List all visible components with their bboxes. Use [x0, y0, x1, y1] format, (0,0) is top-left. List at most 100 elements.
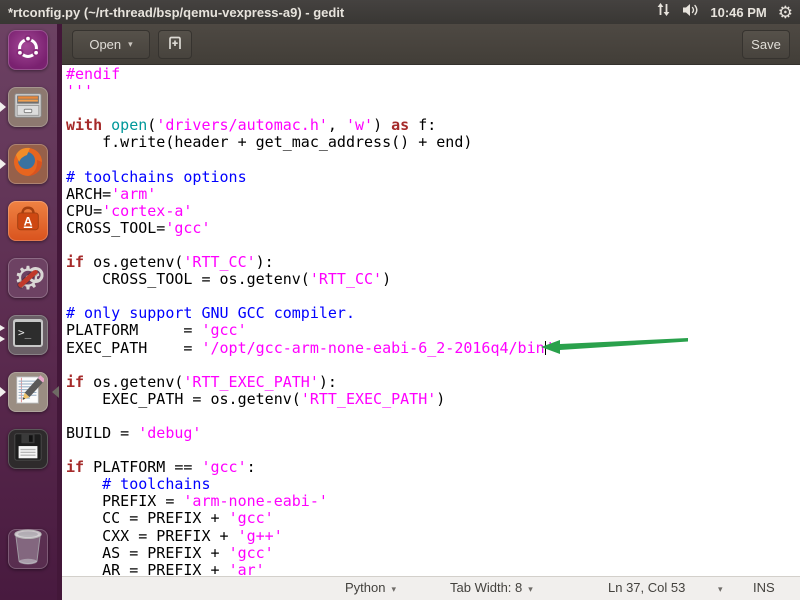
- code-token: 'gcc': [201, 321, 246, 339]
- launcher-item-floppy[interactable]: [8, 429, 48, 469]
- code-line[interactable]: CXX = PREFIX + 'g++': [66, 528, 800, 545]
- annotation-arrow: [540, 337, 690, 355]
- code-line[interactable]: [66, 288, 800, 305]
- code-token: '/opt/gcc-arm-none-eabi-6_2-2016q4/bin: [201, 339, 544, 357]
- code-line[interactable]: [66, 151, 800, 168]
- language-selector[interactable]: Python▾: [345, 580, 396, 595]
- code-line[interactable]: [66, 442, 800, 459]
- code-line[interactable]: EXEC_PATH = os.getenv('RTT_EXEC_PATH'): [66, 391, 800, 408]
- code-line[interactable]: if os.getenv('RTT_CC'):: [66, 254, 800, 271]
- new-document-button[interactable]: [158, 30, 192, 59]
- network-arrows-icon[interactable]: [656, 2, 671, 22]
- code-line[interactable]: CC = PREFIX + 'gcc': [66, 510, 800, 527]
- code-line[interactable]: [66, 408, 800, 425]
- code-token: 'RTT_EXEC_PATH': [183, 373, 318, 391]
- code-line[interactable]: PREFIX = 'arm-none-eabi-': [66, 493, 800, 510]
- focused-indicator: [52, 386, 59, 398]
- svg-text:>_: >_: [18, 326, 32, 339]
- tab-width-label: Tab Width: 8: [450, 580, 522, 595]
- code-token: 'arm-none-eabi-': [183, 492, 328, 510]
- chevron-down-icon: ▾: [528, 584, 533, 594]
- code-token: [102, 116, 111, 134]
- text-editor-area[interactable]: #endif''' with open('drivers/automac.h', …: [62, 65, 800, 576]
- code-token: 'RTT_CC': [310, 270, 382, 288]
- code-line[interactable]: ARCH='arm': [66, 186, 800, 203]
- code-token: ):: [319, 373, 337, 391]
- launcher-item-dash[interactable]: [8, 30, 48, 70]
- statusbar-dropdown-caret[interactable]: ▾: [718, 584, 723, 595]
- insert-mode-indicator: INS: [753, 580, 775, 595]
- chevron-down-icon: ▾: [128, 39, 133, 50]
- code-token: AS = PREFIX +: [66, 544, 229, 562]
- code-token: 'drivers/automac.h': [156, 116, 328, 134]
- open-button[interactable]: Open ▾: [72, 30, 150, 59]
- code-token: # toolchains options: [66, 168, 247, 186]
- tab-width-selector[interactable]: Tab Width: 8 ▾: [450, 580, 533, 595]
- code-token: f:: [409, 116, 436, 134]
- code-token: 'g++': [238, 527, 283, 545]
- code-token: CROSS_TOOL=: [66, 219, 165, 237]
- code-line[interactable]: # toolchains options: [66, 169, 800, 186]
- code-token: if: [66, 373, 84, 391]
- code-line[interactable]: # only support GNU GCC compiler.: [66, 305, 800, 322]
- code-line[interactable]: CROSS_TOOL = os.getenv('RTT_CC'): [66, 271, 800, 288]
- code-token: 'RTT_EXEC_PATH': [301, 390, 436, 408]
- launcher-item-terminal[interactable]: >_: [8, 315, 48, 355]
- code-line[interactable]: [66, 357, 800, 374]
- code-line[interactable]: #endif: [66, 66, 800, 83]
- code-line[interactable]: with open('drivers/automac.h', 'w') as f…: [66, 117, 800, 134]
- code-line[interactable]: [66, 100, 800, 117]
- firefox-icon: [11, 145, 45, 184]
- code-token: 'arm': [111, 185, 156, 203]
- volume-icon[interactable]: [682, 3, 699, 22]
- window-title: *rtconfig.py (~/rt-thread/bsp/qemu-vexpr…: [8, 5, 344, 20]
- launcher-item-trash[interactable]: [8, 529, 48, 569]
- trash-icon: [11, 528, 45, 571]
- code-token: EXEC_PATH =: [66, 339, 201, 357]
- code-token: :: [247, 458, 256, 476]
- code-token: BUILD =: [66, 424, 138, 442]
- code-token: EXEC_PATH = os.getenv(: [66, 390, 301, 408]
- language-label: Python: [345, 580, 385, 595]
- code-line[interactable]: BUILD = 'debug': [66, 425, 800, 442]
- gedit-window: Open ▾ Save #endif''' with open('drivers/…: [62, 24, 800, 600]
- gedit-toolbar: Open ▾ Save: [62, 24, 800, 65]
- code-line[interactable]: AS = PREFIX + 'gcc': [66, 545, 800, 562]
- launcher-item-gedit[interactable]: [8, 372, 48, 412]
- code-line[interactable]: AR = PREFIX + 'ar': [66, 562, 800, 576]
- code-token: if: [66, 458, 84, 476]
- ubuntu-logo-icon: [13, 33, 43, 68]
- session-gear-icon[interactable]: ⚙: [778, 4, 793, 21]
- unity-launcher: A ⚙ >_: [0, 24, 57, 600]
- code-token: CXX = PREFIX +: [66, 527, 238, 545]
- clock[interactable]: 10:46 PM: [710, 5, 766, 20]
- launcher-item-software[interactable]: A: [8, 201, 48, 241]
- save-button-label: Save: [751, 37, 781, 52]
- code-line[interactable]: if os.getenv('RTT_EXEC_PATH'):: [66, 374, 800, 391]
- code-token: if: [66, 253, 84, 271]
- top-panel: *rtconfig.py (~/rt-thread/bsp/qemu-vexpr…: [0, 0, 800, 24]
- code-token: ): [373, 116, 391, 134]
- code-line[interactable]: if PLATFORM == 'gcc':: [66, 459, 800, 476]
- running-indicator: [0, 325, 5, 331]
- launcher-item-settings[interactable]: ⚙: [8, 258, 48, 298]
- code-line[interactable]: CROSS_TOOL='gcc': [66, 220, 800, 237]
- running-indicator: [0, 336, 5, 342]
- code-token: 'gcc': [229, 509, 274, 527]
- open-button-label: Open: [89, 37, 121, 52]
- launcher-item-firefox[interactable]: [8, 144, 48, 184]
- cursor-position[interactable]: Ln 37, Col 53: [608, 580, 685, 595]
- code-line[interactable]: # toolchains: [66, 476, 800, 493]
- save-button[interactable]: Save: [742, 30, 790, 59]
- gedit-paper-pencil-icon: [12, 374, 44, 411]
- launcher-item-files[interactable]: [8, 87, 48, 127]
- code-token: ): [436, 390, 445, 408]
- code-token: ):: [256, 253, 274, 271]
- code-line[interactable]: ''': [66, 83, 800, 100]
- running-indicator: [0, 102, 6, 112]
- code-line[interactable]: [66, 237, 800, 254]
- code-line[interactable]: CPU='cortex-a': [66, 203, 800, 220]
- code-line[interactable]: f.write(header + get_mac_address() + end…: [66, 134, 800, 151]
- code-token: 'gcc': [165, 219, 210, 237]
- software-bag-icon: A: [13, 204, 43, 239]
